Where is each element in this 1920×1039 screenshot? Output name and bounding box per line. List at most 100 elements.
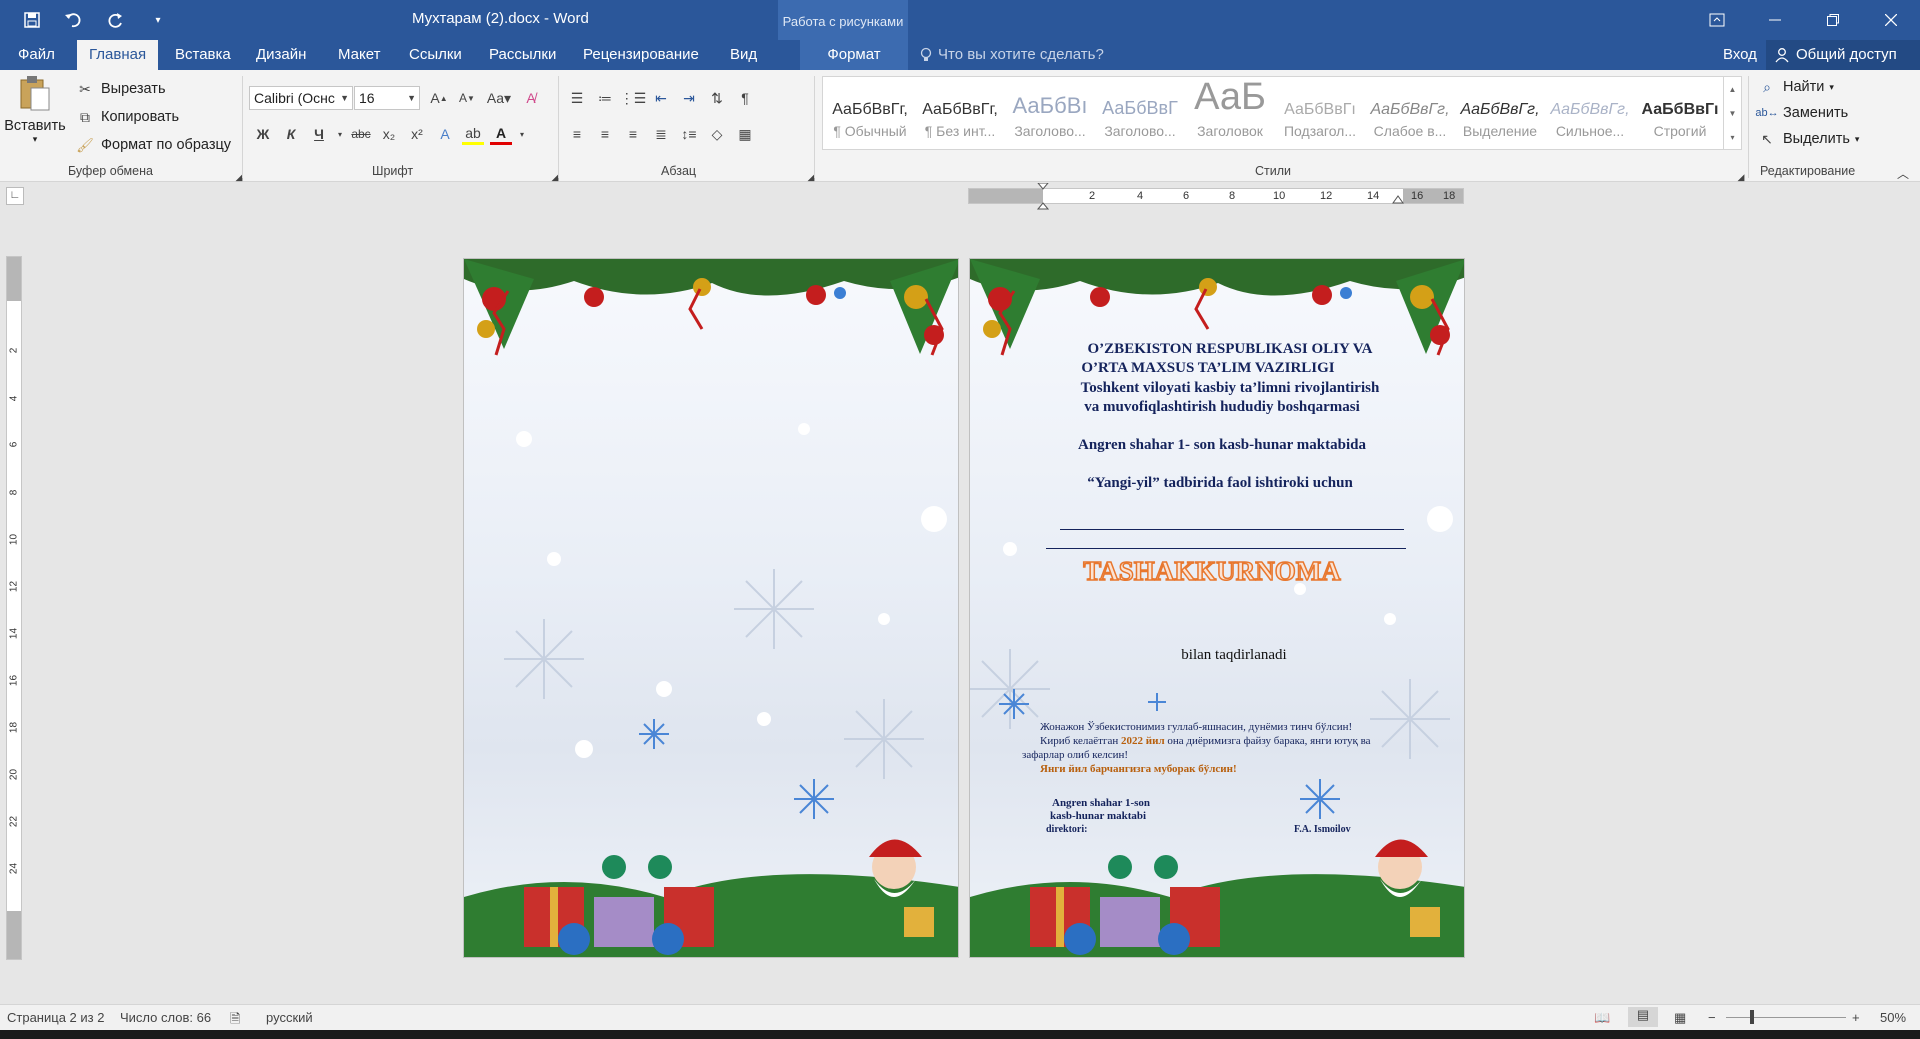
font-color-dropdown-icon[interactable]: ▾: [518, 123, 526, 145]
page-2[interactable]: O’ZBEKISTON RESPUBLIKASI OLIY VA O’RTA M…: [969, 258, 1465, 958]
tell-me-box[interactable]: Что вы хотите сделать?: [920, 40, 1104, 70]
change-case-icon[interactable]: Aa▾: [484, 87, 514, 109]
style-heading-2[interactable]: АаБбВвГ Заголово...: [1097, 77, 1183, 149]
zoom-in-icon[interactable]: +: [1852, 1010, 1860, 1025]
tell-me-text: Что вы хотите сделать?: [938, 46, 1104, 63]
tab-design[interactable]: Дизайн: [244, 40, 318, 70]
text-effects-icon[interactable]: A: [434, 123, 456, 145]
paste-dropdown-icon[interactable]: ▾: [4, 134, 66, 145]
page-1[interactable]: [463, 258, 959, 958]
zoom-level[interactable]: 50%: [1880, 1010, 1906, 1025]
borders-icon[interactable]: ▦: [734, 123, 756, 145]
pilcrow-icon[interactable]: ¶: [734, 87, 756, 109]
underline-button[interactable]: Ч: [308, 123, 330, 145]
zoom-slider-thumb[interactable]: [1750, 1010, 1754, 1024]
align-right-icon[interactable]: ≡: [622, 123, 644, 145]
style-normal[interactable]: АаБбВвГг, ¶ Обычный: [827, 77, 913, 149]
web-layout-icon[interactable]: ▦: [1674, 1010, 1686, 1026]
style-subtle-emphasis[interactable]: АаБбВвГг, Слабое в...: [1367, 77, 1453, 149]
tab-selector[interactable]: ∟: [6, 187, 24, 205]
align-center-icon[interactable]: ≡: [594, 123, 616, 145]
font-size-combo[interactable]: 16 ▼: [354, 86, 420, 110]
sign-in-link[interactable]: Вход: [1723, 40, 1757, 70]
style-no-spacing[interactable]: АаБбВвГг, ¶ Без инт...: [917, 77, 1003, 149]
find-button[interactable]: ⌕ Найти ▾: [1756, 76, 1834, 98]
right-indent-icon[interactable]: [1392, 193, 1404, 205]
share-button[interactable]: Общий доступ: [1766, 40, 1920, 70]
customize-qat-icon[interactable]: ▾: [144, 6, 172, 34]
copy-button[interactable]: ⧉ Копировать: [74, 106, 179, 128]
shrink-font-icon[interactable]: A ▼: [456, 87, 478, 109]
undo-icon[interactable]: [60, 6, 88, 34]
tab-file[interactable]: Файл: [6, 40, 67, 70]
save-icon[interactable]: [18, 6, 46, 34]
zoom-out-icon[interactable]: −: [1708, 1010, 1716, 1025]
subscript-icon[interactable]: x₂: [378, 123, 400, 145]
increase-indent-icon[interactable]: ⇥: [678, 87, 700, 109]
ruler-number: 8: [8, 489, 20, 496]
close-icon[interactable]: [1862, 0, 1920, 40]
tab-insert[interactable]: Вставка: [163, 40, 243, 70]
vertical-ruler[interactable]: 2 4 6 8 10 12 14 16 18 20 22 24: [6, 256, 22, 960]
clear-formatting-icon[interactable]: A̸: [520, 87, 542, 109]
tab-mailings[interactable]: Рассылки: [477, 40, 568, 70]
ruler-number: 8: [1229, 190, 1236, 202]
line-spacing-icon[interactable]: ↕≡: [678, 123, 700, 145]
sort-icon[interactable]: ⇅: [706, 87, 728, 109]
ruler-left-margin: [969, 189, 1043, 203]
font-name-combo[interactable]: Calibri (Оснс ▼: [249, 86, 353, 110]
tab-home[interactable]: Главная: [77, 40, 159, 70]
proofing-icon[interactable]: 🗎: [230, 1010, 240, 1032]
tab-view[interactable]: Вид: [718, 40, 769, 70]
restore-icon[interactable]: [1804, 0, 1862, 40]
grow-font-icon[interactable]: A ▲: [428, 87, 450, 109]
paragraph-list-buttons: ☰ ≔ ⋮☰ ⇤ ⇥ ⇅ ¶: [566, 87, 756, 109]
bullets-icon[interactable]: ☰: [566, 87, 588, 109]
style-emphasis[interactable]: АаБбВвГг, Выделение: [1457, 77, 1543, 149]
horizontal-ruler[interactable]: 2 4 6 8 10 12 14 16 18: [968, 183, 1464, 210]
style-title[interactable]: АаБ Заголовок: [1187, 77, 1273, 149]
print-layout-icon[interactable]: ▤: [1628, 1007, 1658, 1027]
align-left-icon[interactable]: ≡: [566, 123, 588, 145]
justify-icon[interactable]: ≣: [650, 123, 672, 145]
collapse-ribbon-icon[interactable]: ︿: [1892, 162, 1914, 184]
tab-layout[interactable]: Макет: [326, 40, 392, 70]
format-painter-button[interactable]: 🖌 Формат по образцу: [74, 134, 231, 156]
select-button[interactable]: ↖ Выделить ▾: [1756, 128, 1859, 150]
underline-dropdown-icon[interactable]: ▾: [336, 123, 344, 145]
bold-button[interactable]: Ж: [252, 123, 274, 145]
font-color-icon[interactable]: A: [490, 123, 512, 145]
page-count[interactable]: Страница 2 из 2: [7, 1010, 104, 1025]
strikethrough-icon[interactable]: abc: [350, 123, 372, 145]
ribbon-display-icon[interactable]: [1688, 0, 1746, 40]
indent-marker-icon[interactable]: [1037, 183, 1049, 211]
style-intense-emphasis[interactable]: АаБбВвГг, Сильное...: [1547, 77, 1633, 149]
scroll-up-icon[interactable]: ▲: [1729, 85, 1737, 94]
tab-review[interactable]: Рецензирование: [571, 40, 711, 70]
redo-icon[interactable]: [102, 6, 130, 34]
more-styles-icon[interactable]: ▾: [1730, 133, 1734, 142]
decrease-indent-icon[interactable]: ⇤: [650, 87, 672, 109]
highlight-icon[interactable]: ab: [462, 123, 484, 145]
replace-button[interactable]: ab↔ Заменить: [1755, 102, 1848, 124]
ruler-number: 22: [8, 815, 20, 828]
read-mode-icon[interactable]: 📖: [1594, 1010, 1610, 1026]
style-subtitle[interactable]: АаБбВвГı Подзагол...: [1277, 77, 1363, 149]
word-count[interactable]: Число слов: 66: [120, 1010, 211, 1025]
cut-button[interactable]: ✂ Вырезать: [74, 78, 165, 100]
copy-label: Копировать: [101, 109, 180, 125]
paste-button[interactable]: Вставить ▾: [4, 74, 66, 158]
superscript-icon[interactable]: x²: [406, 123, 428, 145]
language-indicator[interactable]: русский: [266, 1010, 313, 1025]
style-strong[interactable]: АаБбВвГı Строгий: [1637, 77, 1723, 149]
numbering-icon[interactable]: ≔: [594, 87, 616, 109]
italic-button[interactable]: К: [280, 123, 302, 145]
style-heading-1[interactable]: АаБбВı Заголово...: [1007, 77, 1093, 149]
shading-icon[interactable]: ◇: [706, 123, 728, 145]
zoom-slider[interactable]: [1726, 1017, 1846, 1018]
scroll-down-icon[interactable]: ▼: [1729, 109, 1737, 118]
tab-format[interactable]: Формат: [800, 40, 908, 70]
multilevel-list-icon[interactable]: ⋮☰: [620, 87, 647, 109]
minimize-icon[interactable]: [1746, 0, 1804, 40]
tab-references[interactable]: Ссылки: [397, 40, 474, 70]
